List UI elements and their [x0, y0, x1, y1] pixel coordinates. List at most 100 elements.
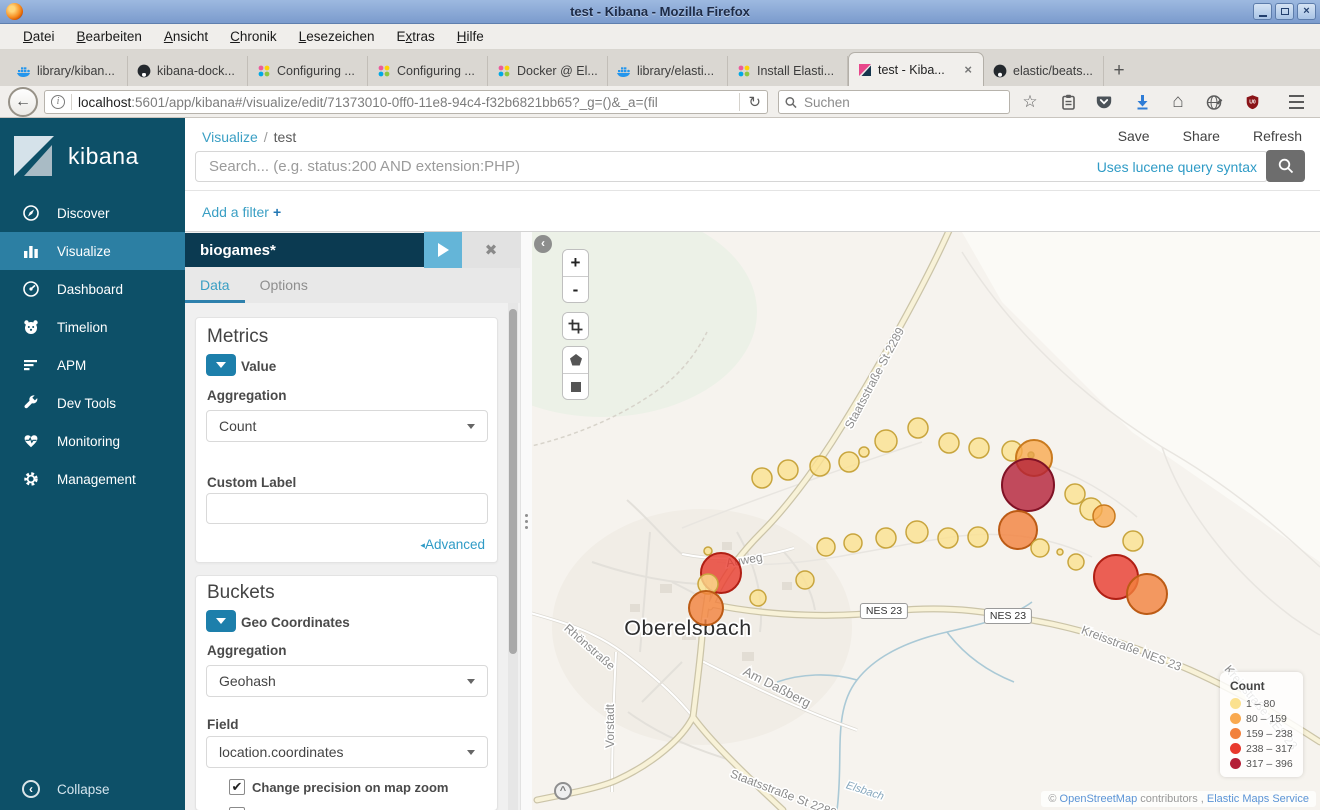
metric-aggregation-select[interactable]: Count	[206, 410, 488, 442]
geohash-circle[interactable]	[839, 452, 859, 472]
coordinate-map[interactable]: Staatsstraße St 2289AuwegAm DaßbergRhöns…	[532, 232, 1320, 810]
browser-tab[interactable]: Configuring ...	[368, 56, 488, 86]
browser-tab[interactable]: library/elasti...	[608, 56, 728, 86]
sidebar-item-monitoring[interactable]: Monitoring	[0, 422, 185, 460]
custom-label-input[interactable]	[206, 493, 488, 524]
collapse-editor-chevron[interactable]: ‹	[534, 235, 552, 253]
geohash-circle[interactable]	[1002, 459, 1054, 511]
menu-lesezeichen[interactable]: Lesezeichen	[288, 29, 386, 44]
sidebar-item-dashboard[interactable]: Dashboard	[0, 270, 185, 308]
ublock-shield-icon[interactable]: U0	[1240, 90, 1264, 114]
tab-data[interactable]: Data	[185, 267, 245, 303]
globe-extension-icon[interactable]	[1202, 90, 1226, 114]
panel-scrollbar[interactable]	[508, 303, 518, 810]
zoom-out-button[interactable]: -	[563, 276, 588, 302]
breadcrumb-visualize-link[interactable]: Visualize	[202, 129, 258, 145]
browser-search-input[interactable]	[802, 94, 1003, 111]
download-icon[interactable]	[1130, 90, 1154, 114]
maximize-button[interactable]	[1275, 3, 1294, 20]
hamburger-menu-icon[interactable]	[1284, 90, 1308, 114]
apply-changes-button[interactable]	[424, 232, 462, 268]
bookmark-star-icon[interactable]: ☆	[1018, 90, 1042, 114]
browser-tab[interactable]: Docker @ El...	[488, 56, 608, 86]
menu-bearbeiten[interactable]: Bearbeiten	[66, 29, 153, 44]
scrollbar-thumb[interactable]	[509, 309, 517, 654]
geohash-circle[interactable]	[844, 534, 862, 552]
panel-resizer-handle[interactable]	[520, 232, 532, 810]
browser-tab[interactable]: kibana-dock...	[128, 56, 248, 86]
geohash-circle[interactable]	[1123, 531, 1143, 551]
sidebar-item-management[interactable]: Management	[0, 460, 185, 498]
minimize-button[interactable]	[1253, 3, 1272, 20]
refresh-button[interactable]: Refresh	[1253, 128, 1302, 144]
geohash-circle[interactable]	[750, 590, 766, 606]
query-input[interactable]	[196, 158, 1097, 175]
zoom-in-button[interactable]: +	[563, 250, 588, 276]
tab-options[interactable]: Options	[245, 267, 323, 303]
geohash-circle[interactable]	[875, 430, 897, 452]
elastic-maps-service-link[interactable]: Elastic Maps Service	[1207, 793, 1309, 805]
geohash-circle[interactable]	[1057, 549, 1063, 555]
sidebar-item-dev-tools[interactable]: Dev Tools	[0, 384, 185, 422]
browser-tab-active[interactable]: test - Kiba... ×	[848, 52, 984, 86]
sidebar-item-visualize[interactable]: Visualize	[0, 232, 185, 270]
sidebar-item-discover[interactable]: Discover	[0, 194, 185, 232]
browser-tab[interactable]: elastic/beats...	[984, 56, 1104, 86]
browser-search[interactable]	[778, 90, 1010, 114]
geohash-circle[interactable]	[938, 528, 958, 548]
geohash-circle[interactable]	[908, 418, 928, 438]
kibana-logo[interactable]: kibana	[12, 134, 139, 178]
window-titlebar[interactable]: test - Kibana - Mozilla Firefox ×	[0, 0, 1320, 24]
geohash-circle[interactable]	[906, 521, 928, 543]
metric-toggle-button[interactable]	[206, 354, 236, 376]
menu-datei[interactable]: Datei	[12, 29, 66, 44]
geohash-circle[interactable]	[752, 468, 772, 488]
geohash-circle[interactable]	[778, 460, 798, 480]
lucene-syntax-link[interactable]: Uses lucene query syntax	[1097, 159, 1267, 175]
geohash-circle[interactable]	[969, 438, 989, 458]
page-info-icon[interactable]: i	[51, 95, 65, 109]
bucket-field-select[interactable]: location.coordinates	[206, 736, 488, 768]
draw-rectangle-button[interactable]	[563, 373, 588, 399]
close-window-button[interactable]: ×	[1297, 3, 1316, 20]
geohash-circle[interactable]	[1068, 554, 1084, 570]
add-filter-button[interactable]: Add a filter+	[202, 204, 281, 220]
query-search-button[interactable]	[1266, 150, 1305, 182]
checkbox-partial[interactable]: ✔	[229, 806, 245, 810]
geohash-circle[interactable]	[968, 527, 988, 547]
tab-close-icon[interactable]: ×	[962, 62, 974, 77]
bucket-toggle-button[interactable]	[206, 610, 236, 632]
geohash-circle[interactable]	[1031, 539, 1049, 557]
menu-chronik[interactable]: Chronik	[219, 29, 288, 44]
pocket-icon[interactable]	[1092, 90, 1116, 114]
geohash-circle[interactable]	[817, 538, 835, 556]
geohash-circle[interactable]	[1093, 505, 1115, 527]
geohash-circle[interactable]	[704, 547, 712, 555]
geohash-circle[interactable]	[796, 571, 814, 589]
sidebar-item-apm[interactable]: APM	[0, 346, 185, 384]
url-bar[interactable]: i localhost:5601/app/kibana#/visualize/e…	[44, 90, 768, 114]
browser-tab[interactable]: Configuring ...	[248, 56, 368, 86]
menu-ansicht[interactable]: Ansicht	[153, 29, 219, 44]
share-button[interactable]: Share	[1183, 128, 1220, 144]
sidebar-item-timelion[interactable]: Timelion	[0, 308, 185, 346]
draw-polygon-button[interactable]	[563, 347, 588, 373]
advanced-link[interactable]: ◂Advanced	[420, 537, 485, 552]
reload-icon[interactable]: ↻	[739, 93, 761, 111]
sidebar-collapse-button[interactable]: ‹ Collapse	[22, 780, 110, 798]
discard-changes-button[interactable]: ✖	[485, 241, 498, 259]
new-tab-button[interactable]: +	[1104, 56, 1134, 86]
geohash-circle[interactable]	[859, 447, 869, 457]
geohash-circle[interactable]	[939, 433, 959, 453]
home-icon[interactable]: ⌂	[1166, 90, 1190, 114]
save-button[interactable]: Save	[1118, 128, 1150, 144]
geohash-circle[interactable]	[999, 511, 1037, 549]
geohash-circle[interactable]	[810, 456, 830, 476]
geohash-circle[interactable]	[1127, 574, 1167, 614]
back-button[interactable]: ←	[8, 87, 38, 117]
geohash-circle[interactable]	[876, 528, 896, 548]
openstreetmap-link[interactable]: OpenStreetMap	[1060, 793, 1138, 805]
query-bar[interactable]: Uses lucene query syntax	[195, 151, 1268, 182]
menu-hilfe[interactable]: Hilfe	[446, 29, 495, 44]
bookmarks-clipboard-icon[interactable]	[1056, 90, 1080, 114]
